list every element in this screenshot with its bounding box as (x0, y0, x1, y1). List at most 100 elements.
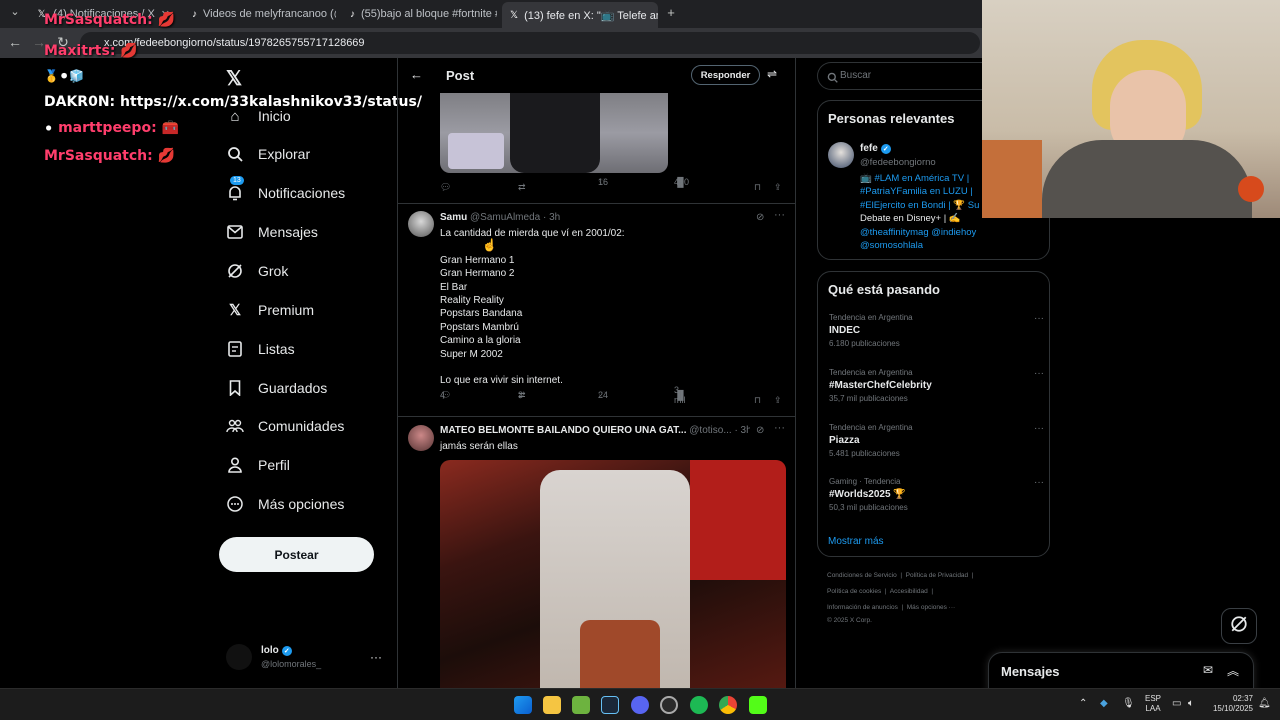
tweet-handle[interactable]: @SamuAlmeda (470, 212, 540, 223)
post-button[interactable]: Postear (219, 537, 374, 572)
trending-card: Qué está pasando Tendencia en Argentina … (817, 271, 1050, 557)
person-name[interactable]: fefe ✓ (860, 143, 891, 154)
windows-start-icon[interactable] (514, 696, 532, 714)
grok-icon (1230, 615, 1248, 638)
footer-link[interactable]: Política de Privacidad (906, 572, 969, 579)
like-count: 16 (598, 177, 609, 187)
reply-button[interactable]: Responder (691, 65, 760, 85)
person-handle[interactable]: @fedeebongiorno (860, 157, 936, 168)
tweet-author[interactable]: MATEO BELMONTE BAILANDO QUIERO UNA GAT..… (440, 425, 686, 436)
microphone-icon[interactable]: 🎙︎ (1122, 698, 1135, 709)
chat-badge: ⚫ (44, 122, 54, 135)
more-icon[interactable]: ··· (1034, 313, 1044, 324)
tray-app-icon[interactable]: ◆ (1100, 698, 1108, 709)
obs-icon[interactable] (660, 696, 678, 714)
more-icon[interactable]: ··· (774, 209, 785, 221)
trend-item[interactable]: Gaming · Tendencia #Worlds2025 🏆 50,3 mi… (829, 477, 1044, 512)
nav-item-inicio[interactable]: ⌂ Inicio (226, 102, 290, 130)
more-icon[interactable]: ··· (1034, 423, 1044, 434)
new-message-icon[interactable]: ✉ (1203, 663, 1213, 677)
footer-link[interactable]: Política de cookies (827, 588, 881, 595)
url-field[interactable]: x.com/fedeebongiorno/status/197826575571… (80, 32, 980, 54)
bio-line: #PatriaYFamilia en LUZU | (860, 186, 973, 198)
account-more-icon[interactable]: ··· (370, 650, 382, 664)
grok-icon[interactable]: ⊘ (756, 425, 764, 436)
post-button-label: Postear (274, 547, 319, 562)
trend-item[interactable]: Tendencia en Argentina INDEC 6.180 publi… (829, 313, 1044, 348)
retweet-icon[interactable]: ⇄ (518, 182, 526, 193)
nav-item-mas-opciones[interactable]: Más opciones (226, 490, 344, 518)
tweet-time[interactable]: · 3h (543, 212, 560, 223)
footer-link[interactable]: Más opciones ··· (907, 604, 955, 611)
footer-link[interactable]: Información de anuncios (827, 604, 898, 611)
nav-item-perfil[interactable]: Perfil (226, 451, 290, 479)
search-field[interactable]: Buscar (817, 62, 989, 90)
verified-badge-icon: ✓ (281, 645, 292, 656)
account-name[interactable]: lolo ✓ (261, 645, 292, 656)
footer-link[interactable]: Condiciones de Servicio (827, 572, 897, 579)
tweet-author[interactable]: Samu (440, 212, 467, 223)
more-icon[interactable]: ··· (774, 422, 785, 434)
trend-item[interactable]: Tendencia en Argentina Piazza 5.481 publ… (829, 423, 1044, 458)
tweet-video[interactable] (440, 460, 786, 688)
nav-item-premium[interactable]: 𝕏 Premium (226, 296, 314, 324)
messages-drawer[interactable]: Mensajes ✉ ︽ (988, 652, 1254, 692)
back-arrow-icon[interactable]: ← (410, 67, 423, 82)
home-icon: ⌂ (230, 107, 240, 125)
trend-count: 5.481 publicaciones (829, 449, 900, 458)
discord-icon[interactable] (631, 696, 649, 714)
webcam-overlay (982, 0, 1280, 218)
messages-title: Mensajes (1001, 664, 1060, 679)
avatar[interactable] (226, 644, 252, 670)
kick-icon[interactable] (749, 696, 767, 714)
tab-tiktok-videos[interactable]: ♪ Videos de melyfrancanoo (@m ✕ (184, 4, 336, 24)
settings-sliders-icon[interactable]: ⇌ (767, 67, 777, 81)
back-arrow-icon[interactable]: ← (6, 34, 24, 50)
grok-icon[interactable]: ⊘ (756, 212, 764, 223)
nav-item-mensajes[interactable]: Mensajes (226, 218, 318, 246)
person-name-text: fefe (860, 143, 878, 154)
tab-tiktok-fortnite[interactable]: ♪ (55)bajo al bloque #fortnite #fo ✕ (342, 4, 497, 24)
footer-link[interactable]: Accesibilidad (890, 588, 928, 595)
tweet-media-image[interactable] (440, 93, 668, 173)
steam-icon[interactable] (601, 696, 619, 714)
tweet-handle[interactable]: @totiso... (689, 425, 731, 436)
more-icon[interactable]: ··· (1034, 477, 1044, 488)
tab-fefe-active[interactable]: 𝕏 (13) fefe en X: "📺 Telefe anunc ✕ (502, 2, 658, 28)
reply-icon[interactable]: 💬︎ (440, 182, 451, 193)
nav-item-guardados[interactable]: Guardados (226, 374, 327, 402)
bookmark-icon[interactable]: ⊓ (754, 182, 761, 193)
app-icon[interactable] (572, 696, 590, 714)
avatar[interactable] (408, 425, 434, 451)
file-explorer-icon[interactable] (543, 696, 561, 714)
nav-item-notificaciones[interactable]: 13 Notificaciones (226, 176, 345, 207)
more-circle-icon (226, 495, 244, 513)
bio-line: @somosohlala (860, 240, 923, 252)
tweet-time[interactable]: · 3h (734, 425, 750, 436)
share-icon[interactable]: ⇪ (774, 182, 782, 193)
x-logo-icon[interactable]: 𝕏 (226, 66, 242, 91)
trend-item[interactable]: Tendencia en Argentina #MasterChefCelebr… (829, 368, 1044, 403)
volume-icon[interactable]: 🔈︎ (1188, 698, 1194, 709)
share-icon[interactable]: ⇪ (774, 395, 782, 406)
spotify-icon[interactable] (690, 696, 708, 714)
nav-item-comunidades[interactable]: Comunidades (226, 412, 344, 440)
avatar[interactable] (408, 211, 434, 237)
nav-item-listas[interactable]: Listas (226, 335, 295, 363)
avatar[interactable] (828, 142, 854, 168)
grok-floating-button[interactable] (1221, 608, 1257, 644)
chrome-icon[interactable] (719, 696, 737, 714)
nav-item-explorar[interactable]: Explorar (226, 140, 310, 168)
chevron-up-icon[interactable]: ︽ (1227, 662, 1239, 679)
more-icon[interactable]: ··· (1034, 368, 1044, 379)
chevron-up-icon[interactable]: ⌃ (1079, 698, 1087, 709)
nav-item-grok[interactable]: Grok (226, 257, 288, 285)
show-more-link[interactable]: Mostrar más (828, 536, 884, 547)
tab-search-icon[interactable]: ⌄ (6, 5, 24, 18)
clock[interactable]: 02:37 15/10/2025 (1208, 694, 1253, 714)
notification-bell-icon[interactable]: 🔔︎ (1258, 698, 1271, 709)
network-icon[interactable]: ▭ (1172, 698, 1181, 709)
language-indicator[interactable]: ESP LAA (1145, 694, 1161, 714)
bookmark-icon[interactable]: ⊓ (754, 395, 761, 406)
new-tab-icon[interactable]: + (662, 5, 680, 20)
